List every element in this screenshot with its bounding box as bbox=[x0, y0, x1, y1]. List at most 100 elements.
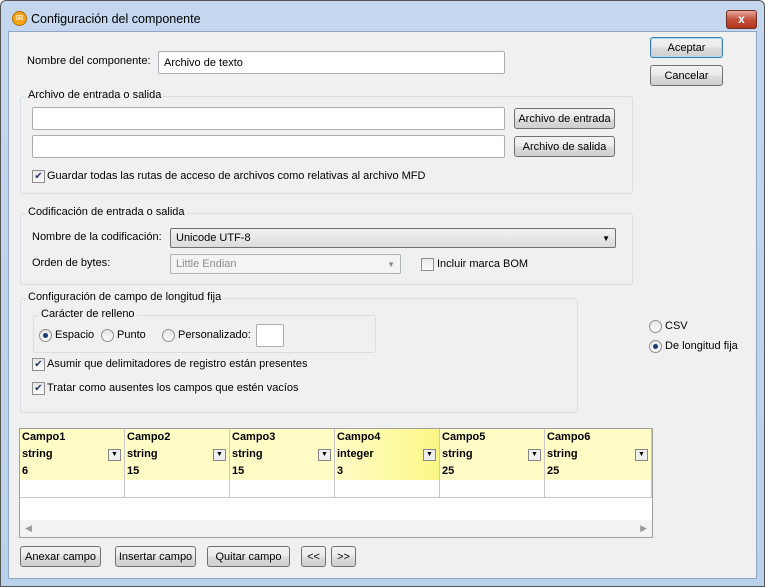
empty-cell[interactable] bbox=[545, 480, 652, 498]
column-header-text: Campo4 bbox=[337, 431, 381, 443]
encoding-group-title: Codificación de entrada o salida bbox=[26, 206, 187, 218]
radio-punto-label: Punto bbox=[117, 329, 146, 341]
output-file-field[interactable] bbox=[32, 135, 505, 158]
column-length-cell[interactable]: 3 bbox=[335, 463, 440, 481]
byte-order-label: Orden de bytes: bbox=[32, 257, 111, 269]
byte-order-value: Little Endian bbox=[176, 258, 237, 270]
chevron-down-icon[interactable]: ▼ bbox=[528, 449, 541, 461]
encoding-value: Unicode UTF-8 bbox=[176, 232, 251, 244]
column-length-cell-text: 15 bbox=[232, 465, 245, 477]
encoding-label: Nombre de la codificación: bbox=[32, 231, 162, 243]
column-type-select[interactable]: string ▼ bbox=[440, 446, 545, 464]
fill-char-group-title: Carácter de relleno bbox=[39, 308, 137, 320]
bom-label: Incluir marca BOM bbox=[437, 258, 529, 270]
column-header[interactable]: Campo1 bbox=[20, 429, 125, 447]
column-header[interactable]: Campo3 bbox=[230, 429, 335, 447]
remove-field-label: Quitar campo bbox=[215, 550, 282, 563]
column-header-text: Campo6 bbox=[547, 431, 591, 443]
input-file-field[interactable] bbox=[32, 107, 505, 130]
scroll-right-icon[interactable]: ▶ bbox=[640, 523, 647, 534]
radio-csv[interactable] bbox=[649, 320, 662, 333]
fixed-length-group-title: Configuración de campo de longitud fija bbox=[26, 291, 224, 303]
column-header-text: Campo5 bbox=[442, 431, 486, 443]
radio-punto[interactable] bbox=[101, 329, 114, 342]
byte-order-select: Little Endian ▼ bbox=[170, 254, 401, 274]
empty-cell[interactable] bbox=[125, 480, 230, 498]
column-type-select[interactable]: integer ▼ bbox=[335, 446, 440, 464]
chevron-down-icon[interactable]: ▼ bbox=[213, 449, 226, 461]
encoding-group: Codificación de entrada o salida bbox=[20, 206, 633, 285]
column-header-text: Campo2 bbox=[127, 431, 171, 443]
column-length-cell-text: 3 bbox=[337, 465, 344, 477]
append-field-label: Anexar campo bbox=[25, 550, 96, 563]
scroll-left-icon[interactable]: ◀ bbox=[25, 523, 32, 534]
column-length-cell-text: 25 bbox=[547, 465, 560, 477]
column-length-cell-text: 25 bbox=[442, 465, 455, 477]
column-type-select[interactable]: string ▼ bbox=[545, 446, 652, 464]
column-length-cell[interactable]: 25 bbox=[440, 463, 545, 481]
column-type-select-text: string bbox=[22, 448, 53, 460]
column-type-select-text: integer bbox=[337, 448, 374, 460]
chevron-down-icon: ▼ bbox=[602, 234, 610, 243]
radio-personalizado-label: Personalizado: bbox=[178, 329, 251, 341]
next-button[interactable]: >> bbox=[331, 546, 356, 567]
insert-field-button[interactable]: Insertar campo bbox=[115, 546, 196, 567]
column-header[interactable]: Campo6 bbox=[545, 429, 652, 447]
radio-personalizado[interactable] bbox=[162, 329, 175, 342]
window-title: Configuración del componente bbox=[31, 12, 201, 26]
custom-char-input[interactable] bbox=[256, 324, 284, 347]
column-length-cell-text: 6 bbox=[22, 465, 29, 477]
column-header[interactable]: Campo5 bbox=[440, 429, 545, 447]
delimiters-checkbox[interactable]: ✔ bbox=[32, 358, 45, 371]
ok-button[interactable]: Aceptar bbox=[650, 37, 723, 58]
column-type-select-text: string bbox=[442, 448, 473, 460]
radio-fixed-length[interactable] bbox=[649, 340, 662, 353]
column-type-select-text: string bbox=[232, 448, 263, 460]
previous-button[interactable]: << bbox=[301, 546, 326, 567]
column-length-cell[interactable]: 15 bbox=[125, 463, 230, 481]
empty-cell[interactable] bbox=[440, 480, 545, 498]
column-length-cell[interactable]: 25 bbox=[545, 463, 652, 481]
column-type-select-text: string bbox=[547, 448, 578, 460]
insert-field-label: Insertar campo bbox=[118, 550, 193, 563]
chevron-down-icon[interactable]: ▼ bbox=[318, 449, 331, 461]
column-length-cell[interactable]: 15 bbox=[230, 463, 335, 481]
empty-cell[interactable] bbox=[230, 480, 335, 498]
radio-csv-label: CSV bbox=[665, 320, 688, 332]
component-name-input[interactable]: Archivo de texto bbox=[158, 51, 505, 74]
radio-espacio-label: Espacio bbox=[55, 329, 95, 341]
column-header[interactable]: Campo4 bbox=[335, 429, 440, 447]
close-button[interactable]: x bbox=[726, 10, 757, 29]
input-file-button[interactable]: Archivo de entrada bbox=[514, 108, 615, 129]
horizontal-scrollbar[interactable]: ◀ ▶ bbox=[20, 520, 652, 537]
column-header[interactable]: Campo2 bbox=[125, 429, 230, 447]
column-length-cell-text: 15 bbox=[127, 465, 140, 477]
component-name-label: Nombre del componente: bbox=[27, 55, 151, 67]
empty-cell[interactable] bbox=[20, 480, 125, 498]
column-header-text: Campo3 bbox=[232, 431, 276, 443]
file-group-title: Archivo de entrada o salida bbox=[26, 89, 164, 101]
chevron-down-icon[interactable]: ▼ bbox=[108, 449, 121, 461]
empty-cell[interactable] bbox=[335, 480, 440, 498]
encoding-select[interactable]: Unicode UTF-8 ▼ bbox=[170, 228, 616, 248]
column-type-select[interactable]: string ▼ bbox=[230, 446, 335, 464]
remove-field-button[interactable]: Quitar campo bbox=[207, 546, 290, 567]
chevron-down-icon[interactable]: ▼ bbox=[635, 449, 648, 461]
app-icon: ✉ bbox=[12, 11, 27, 26]
radio-fixed-length-label: De longitud fija bbox=[665, 340, 738, 352]
delimiters-label: Asumir que delimitadores de registro est… bbox=[47, 358, 308, 370]
empty-fields-checkbox[interactable]: ✔ bbox=[32, 382, 45, 395]
column-length-cell[interactable]: 6 bbox=[20, 463, 125, 481]
chevron-down-icon[interactable]: ▼ bbox=[423, 449, 436, 461]
radio-espacio[interactable] bbox=[39, 329, 52, 342]
column-type-select[interactable]: string ▼ bbox=[20, 446, 125, 464]
output-file-button[interactable]: Archivo de salida bbox=[514, 136, 615, 157]
cancel-button[interactable]: Cancelar bbox=[650, 65, 723, 86]
relative-paths-checkbox[interactable]: ✔ bbox=[32, 170, 45, 183]
chevron-down-icon: ▼ bbox=[387, 260, 395, 269]
append-field-button[interactable]: Anexar campo bbox=[20, 546, 101, 567]
fields-grid: ◀ ▶ Campo1 string ▼ 6 Campo2 string ▼ 15 Campo3 s… bbox=[19, 428, 653, 538]
column-type-select[interactable]: string ▼ bbox=[125, 446, 230, 464]
bom-checkbox[interactable] bbox=[421, 258, 434, 271]
empty-fields-label: Tratar como ausentes los campos que esté… bbox=[47, 382, 299, 394]
